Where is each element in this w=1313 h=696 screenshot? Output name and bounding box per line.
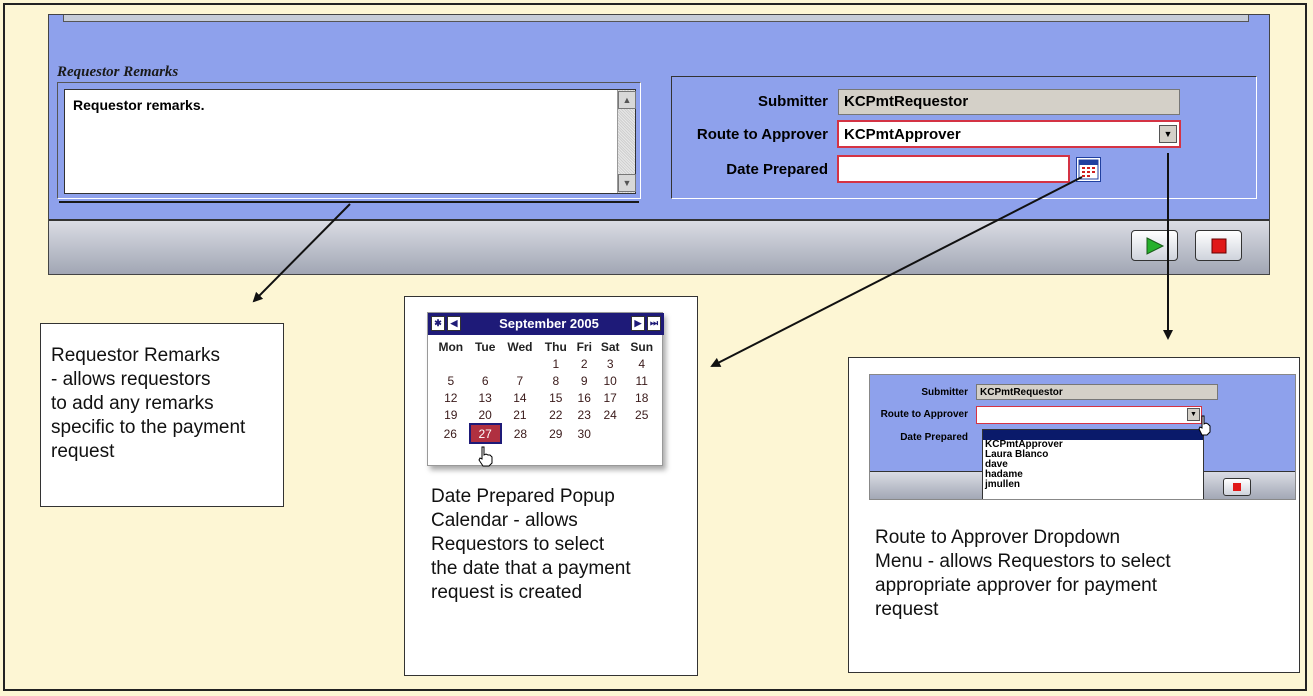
calendar-day[interactable]: 23 bbox=[573, 406, 596, 424]
calendar-day[interactable]: 17 bbox=[596, 389, 624, 406]
calendar-arrow bbox=[710, 176, 1083, 367]
last-month-icon[interactable]: ⏭ bbox=[647, 316, 661, 331]
calendar-day[interactable]: 24 bbox=[596, 406, 624, 424]
calendar-day[interactable]: 13 bbox=[470, 389, 501, 406]
callout-line: Requestors to select bbox=[431, 534, 605, 555]
calendar-callout: ✱ ◀ September 2005 ▶ ⏭ Mon Tue Wed Thu F… bbox=[404, 296, 698, 676]
calendar-day[interactable]: 29 bbox=[539, 424, 573, 443]
callout-line: the date that a payment bbox=[431, 558, 631, 579]
calendar-header: ✱ ◀ September 2005 ▶ ⏭ bbox=[428, 313, 664, 335]
first-month-icon[interactable]: ✱ bbox=[431, 316, 445, 331]
calendar-day[interactable] bbox=[470, 355, 501, 372]
calendar-day[interactable]: 25 bbox=[624, 406, 659, 424]
calendar-day[interactable]: 5 bbox=[432, 372, 470, 389]
callout-line: request bbox=[51, 441, 115, 462]
calendar-day[interactable]: 21 bbox=[501, 406, 539, 424]
calendar-day[interactable]: 1 bbox=[539, 355, 573, 372]
calendar-day[interactable]: 11 bbox=[624, 372, 659, 389]
calendar-day[interactable]: 10 bbox=[596, 372, 624, 389]
stop-icon bbox=[1233, 483, 1241, 491]
dropdown-option[interactable]: jmullen bbox=[983, 480, 1203, 490]
calendar-month-title: September 2005 bbox=[499, 316, 599, 331]
calendar-day[interactable] bbox=[596, 424, 624, 443]
calendar-day-selected[interactable]: 27 bbox=[468, 423, 502, 444]
remarks-callout-text: Requestor Remarks - allows requestors to… bbox=[51, 344, 245, 464]
callout-line: Menu - allows Requestors to select bbox=[875, 551, 1171, 572]
callout-line: request is created bbox=[431, 582, 583, 603]
weekday-tue: Tue bbox=[474, 340, 496, 354]
demo-stop-button[interactable] bbox=[1223, 478, 1251, 496]
callout-line: Requestor Remarks bbox=[51, 345, 220, 366]
calendar-day[interactable]: 2 bbox=[573, 355, 596, 372]
calendar-day[interactable]: 16 bbox=[573, 389, 596, 406]
callout-line: to add any remarks bbox=[51, 393, 214, 414]
remarks-arrow bbox=[252, 203, 351, 303]
demo-submitter-label: Submitter bbox=[921, 387, 968, 398]
demo-date-label: Date Prepared bbox=[900, 432, 968, 443]
demo-route-select[interactable]: ▼ bbox=[976, 406, 1202, 424]
hand-cursor-icon bbox=[478, 446, 493, 467]
dropdown-callout-text: Route to Approver Dropdown Menu - allows… bbox=[875, 526, 1171, 622]
calendar-day[interactable]: 20 bbox=[470, 406, 501, 424]
dropdown-demo-panel: Submitter KCPmtRequestor Route to Approv… bbox=[869, 374, 1296, 500]
demo-submitter-field: KCPmtRequestor bbox=[976, 384, 1218, 400]
callout-line: request bbox=[875, 599, 939, 620]
dropdown-callout: Submitter KCPmtRequestor Route to Approv… bbox=[848, 357, 1300, 673]
weekday-thu: Thu bbox=[544, 340, 567, 354]
calendar-day[interactable]: 14 bbox=[501, 389, 539, 406]
calendar-day[interactable]: 3 bbox=[596, 355, 624, 372]
calendar-day[interactable]: 8 bbox=[539, 372, 573, 389]
prev-month-icon[interactable]: ◀ bbox=[447, 316, 461, 331]
calendar-day[interactable]: 30 bbox=[573, 424, 596, 443]
remarks-callout: Requestor Remarks - allows requestors to… bbox=[40, 323, 284, 507]
calendar-day[interactable]: 28 bbox=[501, 424, 539, 443]
calendar-day[interactable]: 12 bbox=[432, 389, 470, 406]
callout-line: Calendar - allows bbox=[431, 510, 578, 531]
calendar-day[interactable]: 9 bbox=[573, 372, 596, 389]
calendar-day[interactable]: 7 bbox=[501, 372, 539, 389]
callout-line: Route to Approver Dropdown bbox=[875, 527, 1121, 548]
weekday-sun: Sun bbox=[630, 340, 654, 354]
popup-calendar: ✱ ◀ September 2005 ▶ ⏭ Mon Tue Wed Thu F… bbox=[427, 312, 664, 467]
calendar-day[interactable] bbox=[501, 355, 539, 372]
weekday-fri: Fri bbox=[576, 340, 592, 354]
calendar-grid: Mon Tue Wed Thu Fri Sat Sun 1 2 3 4 5 6 … bbox=[432, 339, 660, 444]
weekday-wed: Wed bbox=[507, 340, 533, 354]
calendar-day[interactable]: 22 bbox=[539, 406, 573, 424]
demo-route-label: Route to Approver bbox=[880, 409, 968, 420]
calendar-day[interactable] bbox=[432, 355, 470, 372]
calendar-day[interactable]: 18 bbox=[624, 389, 659, 406]
hand-cursor-icon bbox=[1198, 415, 1211, 436]
approver-dropdown-list: KCPmtApprover Laura Blanco dave hadame j… bbox=[982, 429, 1204, 499]
weekday-sat: Sat bbox=[600, 340, 620, 354]
calendar-day[interactable] bbox=[624, 424, 659, 443]
calendar-day[interactable]: 15 bbox=[539, 389, 573, 406]
calendar-day[interactable]: 26 bbox=[432, 424, 470, 443]
calendar-day[interactable]: 19 bbox=[432, 406, 470, 424]
callout-line: specific to the payment bbox=[51, 417, 246, 438]
callout-line: Date Prepared Popup bbox=[431, 486, 615, 507]
next-month-icon[interactable]: ▶ bbox=[631, 316, 645, 331]
calendar-day[interactable]: 4 bbox=[624, 355, 659, 372]
calendar-day[interactable]: 6 bbox=[470, 372, 501, 389]
calendar-callout-text: Date Prepared Popup Calendar - allows Re… bbox=[431, 485, 631, 605]
weekday-mon: Mon bbox=[438, 340, 464, 354]
dropdown-option[interactable]: Laura Blanco bbox=[983, 450, 1203, 460]
callout-line: - allows requestors bbox=[51, 369, 211, 390]
callout-line: appropriate approver for payment bbox=[875, 575, 1157, 596]
